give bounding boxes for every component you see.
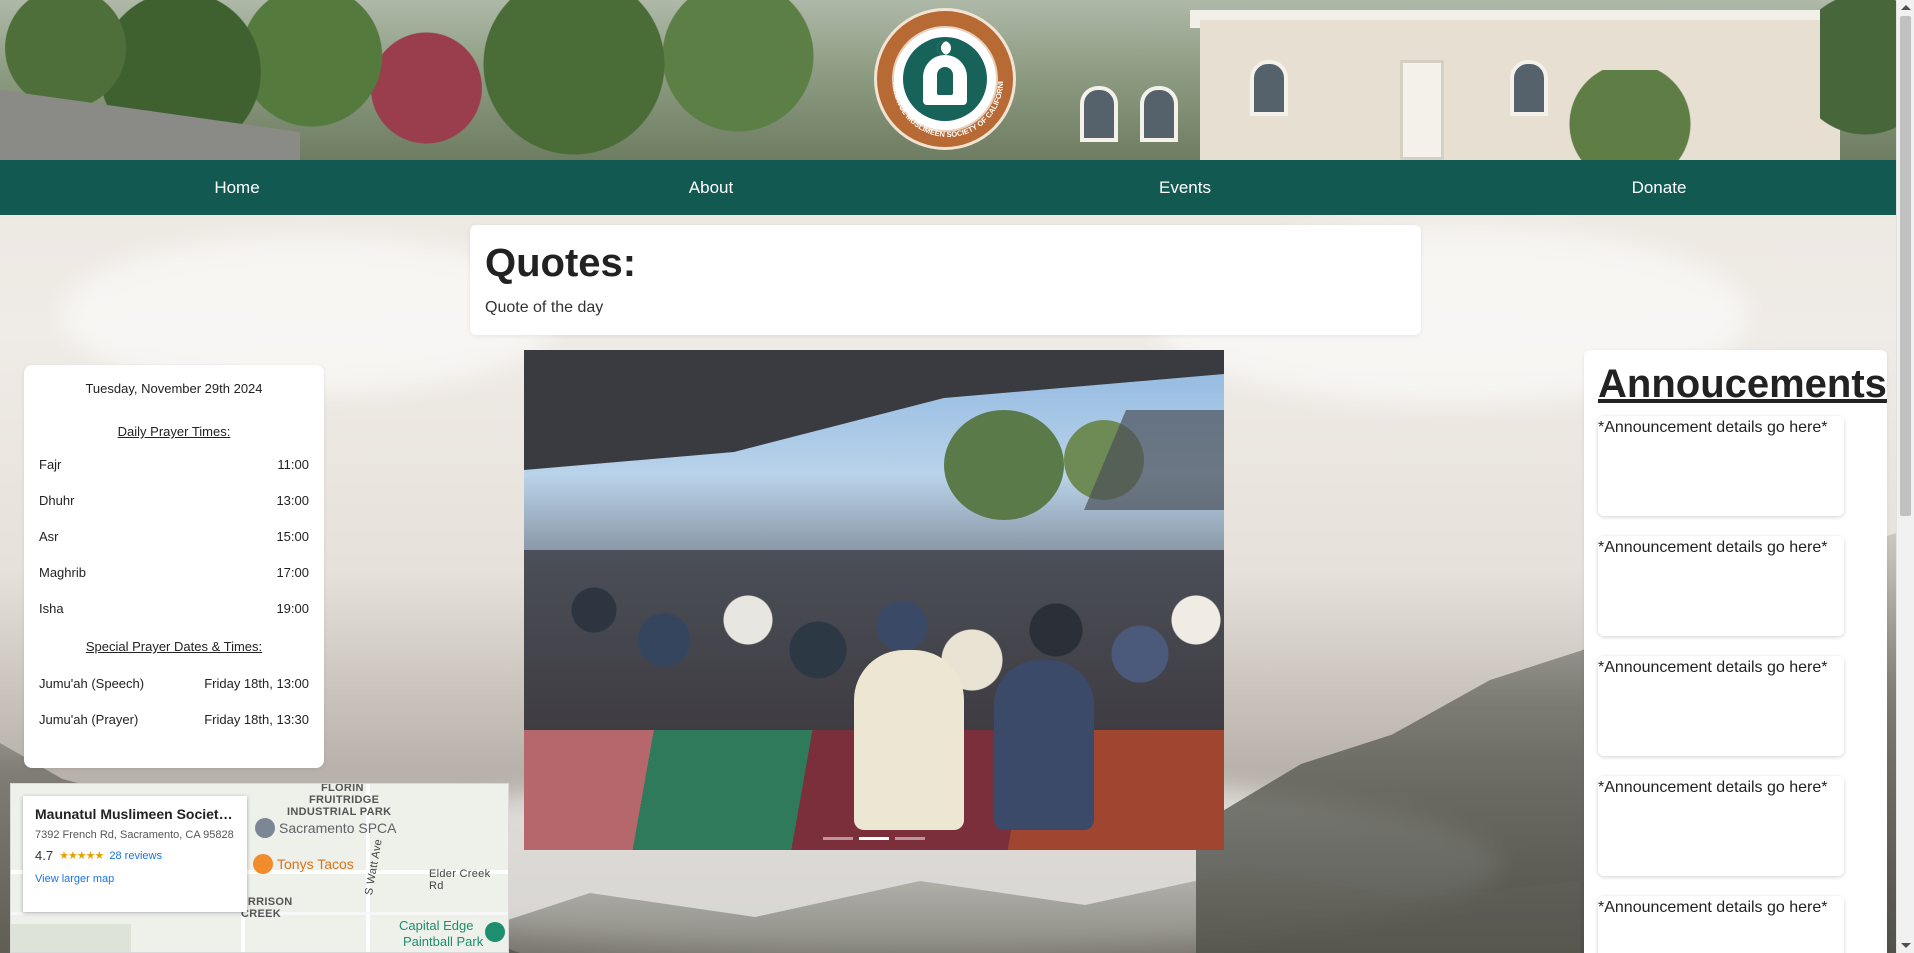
park-pin-icon[interactable]: [485, 922, 505, 942]
carousel-indicator[interactable]: [823, 837, 853, 840]
special-prayer-title: Special Prayer Dates & Times:: [85, 639, 263, 654]
scroll-down-arrow-icon[interactable]: [1901, 943, 1911, 948]
scrollbar-thumb[interactable]: [1900, 16, 1911, 516]
map-label: INDUSTRIAL PARK: [287, 806, 392, 818]
special-row-prayer: Jumu'ah (Prayer) Friday 18th, 13:30: [39, 712, 309, 748]
announcements-title: Annoucements: [1598, 362, 1887, 406]
special-prayer-name: Jumu'ah (Prayer): [39, 712, 139, 727]
map-label: FLORIN: [321, 783, 364, 794]
carousel-indicator-active[interactable]: [859, 837, 889, 840]
announcement-item: *Announcement details go here*: [1598, 656, 1844, 756]
prayer-name: Maghrib: [39, 565, 86, 580]
nav-donate[interactable]: Donate: [1422, 178, 1896, 198]
main-nav: Home About Events Donate: [0, 160, 1896, 215]
prayer-name: Fajr: [39, 457, 62, 472]
banner-door: [1400, 60, 1444, 160]
special-prayer-name: Jumu'ah (Speech): [39, 676, 145, 691]
prayer-row-maghrib: Maghrib 17:00: [39, 565, 309, 601]
announcement-item: *Announcement details go here*: [1598, 536, 1844, 636]
prayer-name: Asr: [39, 529, 59, 544]
daily-prayer-title: Daily Prayer Times:: [117, 424, 231, 439]
map-label: CREEK: [241, 908, 282, 920]
announcement-item: *Announcement details go here*: [1598, 776, 1844, 876]
place-address: 7392 French Rd, Sacramento, CA 95828: [35, 829, 234, 841]
embedded-map[interactable]: FLORIN FRUITRIDGE INDUSTRIAL PARK Sacram…: [10, 783, 509, 953]
dome-icon: [923, 55, 967, 105]
quote-of-the-day: Quote of the day: [485, 299, 604, 316]
map-poi[interactable]: Capital Edge: [399, 918, 473, 933]
photo-person: [854, 650, 964, 830]
special-prayer-time: Friday 18th, 13:30: [204, 712, 309, 727]
banner-shrub: [1560, 70, 1700, 160]
prayer-row-fajr: Fajr 11:00: [39, 457, 309, 493]
prayer-name: Isha: [39, 601, 64, 616]
site-logo[interactable]: ESTD. 2011 MAUNATUL MUSLIMEEN SOCIETY OF…: [874, 8, 1016, 150]
banner-window: [1250, 60, 1288, 116]
view-larger-map-link[interactable]: View larger map: [35, 873, 235, 885]
carousel-indicators: [524, 837, 1224, 840]
nav-events[interactable]: Events: [948, 178, 1422, 198]
map-label: FRUITRIDGE: [309, 794, 380, 806]
place-rating: 4.7 ★★★★★ 28 reviews: [35, 848, 235, 863]
quotes-title: Quotes:: [485, 241, 637, 285]
banner-window: [1140, 86, 1178, 142]
map-pin-icon[interactable]: [255, 818, 275, 838]
map-road-label: Elder Creek Rd: [429, 868, 491, 892]
prayer-row-isha: Isha 19:00: [39, 601, 309, 637]
banner-window: [1510, 60, 1548, 116]
prayer-time: 19:00: [276, 601, 309, 616]
reviews-link[interactable]: 28 reviews: [109, 850, 162, 862]
prayer-name: Dhuhr: [39, 493, 75, 508]
crescent-icon: [937, 41, 951, 55]
announcements-panel: Annoucements *Announcement details go he…: [1584, 350, 1887, 953]
place-name: Maunatul Muslimeen Society ...: [35, 806, 235, 822]
prayer-times-panel: Tuesday, November 29th 2024 Daily Prayer…: [24, 365, 324, 768]
prayer-time: 15:00: [276, 529, 309, 544]
scroll-up-arrow-icon[interactable]: [1901, 5, 1911, 10]
map-label: ORRISON: [239, 896, 293, 908]
banner-tree: [1820, 0, 1896, 160]
announcement-item: *Announcement details go here*: [1598, 896, 1844, 953]
page-scrollbar[interactable]: [1896, 0, 1914, 953]
current-date: Tuesday, November 29th 2024: [85, 381, 263, 396]
rating-value: 4.7: [35, 848, 54, 864]
map-poi[interactable]: Paintball Park: [403, 934, 483, 949]
star-rating-icon: ★★★★★: [59, 850, 104, 863]
map-poi[interactable]: Tonys Tacos: [277, 856, 354, 872]
carousel-indicator[interactable]: [895, 837, 925, 840]
prayer-row-dhuhr: Dhuhr 13:00: [39, 493, 309, 529]
mosque-icon: [903, 37, 987, 121]
nav-about[interactable]: About: [474, 178, 948, 198]
nav-home[interactable]: Home: [0, 178, 474, 198]
photo-tree: [944, 410, 1064, 520]
map-area: [11, 924, 131, 952]
prayer-row-asr: Asr 15:00: [39, 529, 309, 565]
quotes-card: Quotes: Quote of the day: [470, 225, 1421, 335]
prayer-time: 13:00: [276, 493, 309, 508]
announcement-item: *Announcement details go here*: [1598, 416, 1844, 516]
photo-person: [994, 660, 1094, 830]
map-poi[interactable]: Sacramento SPCA: [279, 820, 397, 836]
special-row-speech: Jumu'ah (Speech) Friday 18th, 13:00: [39, 676, 309, 712]
logo-inner-circle: [892, 26, 998, 132]
photo-carousel[interactable]: [524, 350, 1224, 850]
restaurant-pin-icon[interactable]: [253, 854, 273, 874]
special-prayer-time: Friday 18th, 13:00: [204, 676, 309, 691]
prayer-time: 17:00: [276, 565, 309, 580]
banner-window: [1080, 86, 1118, 142]
prayer-time: 11:00: [277, 457, 309, 472]
map-place-card: Maunatul Muslimeen Society ... 7392 Fren…: [23, 796, 247, 912]
header-banner: ESTD. 2011 MAUNATUL MUSLIMEEN SOCIETY OF…: [0, 0, 1896, 160]
